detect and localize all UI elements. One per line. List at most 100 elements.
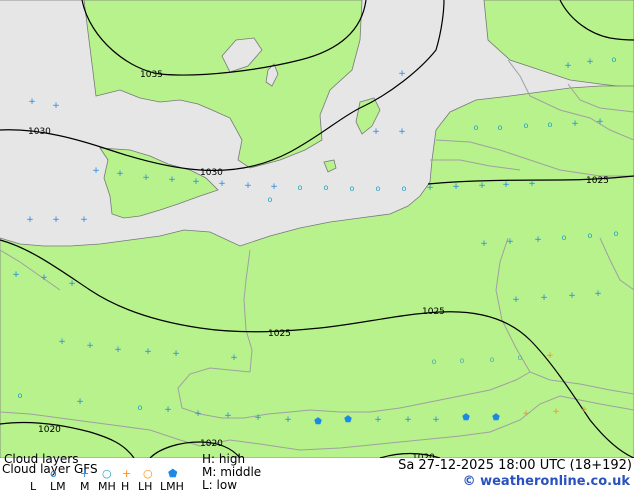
cloud-marker: + (28, 97, 36, 107)
isobar-label: 1035 (140, 70, 163, 80)
cloud-marker: ο (298, 183, 303, 192)
cloud-marker: + (432, 415, 440, 425)
cloud-marker: + (586, 57, 594, 67)
cloud-marker: + (144, 347, 152, 357)
legend-symbol-lm: ο (50, 467, 57, 480)
cloud-marker: ο (562, 233, 567, 242)
legend-symbol-lh: ○ (143, 467, 153, 480)
cloud-marker: + (580, 405, 588, 415)
cloud-marker: ⬟ (462, 413, 470, 423)
legend-symbol-mh: ○ (102, 467, 112, 480)
cloud-marker: + (452, 182, 460, 192)
legend-abbr-h: H (121, 480, 130, 493)
cloud-marker: + (86, 341, 94, 351)
isobar-label: 1025 (422, 307, 445, 317)
isobar-label: 1025 (586, 176, 609, 186)
cloud-marker: + (528, 179, 536, 189)
legend-abbr-lm: LM (50, 480, 66, 493)
cloud-marker: + (374, 415, 382, 425)
cloud-marker: ⬟ (492, 413, 500, 423)
cloud-marker: + (594, 289, 602, 299)
cloud-marker: + (244, 181, 252, 191)
legend-symbol-h: + (122, 467, 132, 480)
legend-abbr-mh: MH (98, 480, 116, 493)
cloud-marker: ο (490, 355, 495, 364)
cloud-marker: ⬟ (344, 415, 352, 425)
forecast-datetime: Sa 27-12-2025 18:00 UTC (18+192) (398, 458, 632, 473)
cloud-marker: + (372, 127, 380, 137)
legend-symbol-lmh: ⬟ (168, 467, 178, 480)
cloud-marker: + (114, 345, 122, 355)
isobar-label: 1020 (200, 439, 223, 449)
cloud-marker: ο (268, 195, 273, 204)
cloud-marker: ο (138, 403, 143, 412)
cloud-marker: + (76, 397, 84, 407)
legend-abbr-m: M (80, 480, 90, 493)
cloud-marker: + (512, 295, 520, 305)
isobar-label: 1030 (200, 168, 223, 178)
cloud-marker: + (534, 235, 542, 245)
cloud-marker: + (478, 181, 486, 191)
cloud-marker: + (506, 237, 514, 247)
cloud-marker: + (224, 411, 232, 421)
cloud-marker: ο (376, 184, 381, 193)
cloud-marker: ο (350, 184, 355, 193)
cloud-marker: + (254, 413, 262, 423)
cloud-marker: + (68, 279, 76, 289)
cloud-marker: ο (432, 357, 437, 366)
cloud-marker: + (40, 273, 48, 283)
cloud-marker: + (546, 351, 554, 361)
cloud-marker: + (568, 291, 576, 301)
legend-abbr-lh: LH (138, 480, 153, 493)
cloud-marker: ο (18, 391, 23, 400)
cloud-marker: + (540, 293, 548, 303)
isobar-label: 1025 (268, 329, 291, 339)
legend-level-high: H: high (202, 452, 246, 466)
cloud-marker: + (398, 127, 406, 137)
cloud-marker: ο (612, 55, 617, 64)
cloud-marker: + (80, 215, 88, 225)
cloud-marker: + (522, 409, 530, 419)
legend-symbol-m: + (80, 467, 90, 480)
isobar-label: 1020 (38, 425, 61, 435)
cloud-marker: + (502, 180, 510, 190)
cloud-marker: ο (324, 183, 329, 192)
map-canvas: 1035 1030 1030 1025 1025 1025 1020 1020 … (0, 0, 634, 463)
isobar-label: 1030 (28, 127, 51, 137)
cloud-marker: + (12, 270, 20, 280)
legend-bar: Cloud layers Cloud layer GFS ο + ○ + ○ ⬟… (0, 452, 634, 493)
cloud-marker: + (26, 215, 34, 225)
cloud-marker: + (52, 101, 60, 111)
legend-abbr-l: L (30, 480, 37, 493)
cloud-marker: ⬟ (314, 417, 322, 427)
cloud-marker: + (284, 415, 292, 425)
cloud-marker: + (172, 349, 180, 359)
cloud-marker: + (218, 179, 226, 189)
site-credit[interactable]: © weatheronline.co.uk (463, 474, 630, 489)
cloud-marker: + (230, 353, 238, 363)
cloud-marker: + (596, 117, 604, 127)
legend-abbr-lmh: LMH (160, 480, 184, 493)
cloud-marker: ο (548, 120, 553, 129)
cloud-marker: + (404, 415, 412, 425)
cloud-marker: ο (614, 229, 619, 238)
cloud-marker: + (116, 169, 124, 179)
cloud-marker: ο (460, 356, 465, 365)
cloud-marker: + (58, 337, 66, 347)
cloud-marker: + (552, 407, 560, 417)
cloud-marker: ο (588, 231, 593, 240)
cloud-marker: + (564, 61, 572, 71)
cloud-marker: ο (474, 123, 479, 132)
cloud-marker: + (426, 183, 434, 193)
weather-map: 1035 1030 1030 1025 1025 1025 1020 1020 … (0, 0, 634, 463)
cloud-marker: ο (518, 353, 523, 362)
cloud-marker: ο (498, 123, 503, 132)
cloud-marker: + (192, 177, 200, 187)
cloud-marker: + (52, 215, 60, 225)
cloud-marker: + (480, 239, 488, 249)
cloud-marker: + (270, 182, 278, 192)
cloud-marker: + (164, 405, 172, 415)
cloud-marker: ο (402, 184, 407, 193)
cloud-marker: + (142, 173, 150, 183)
cloud-marker: + (168, 175, 176, 185)
